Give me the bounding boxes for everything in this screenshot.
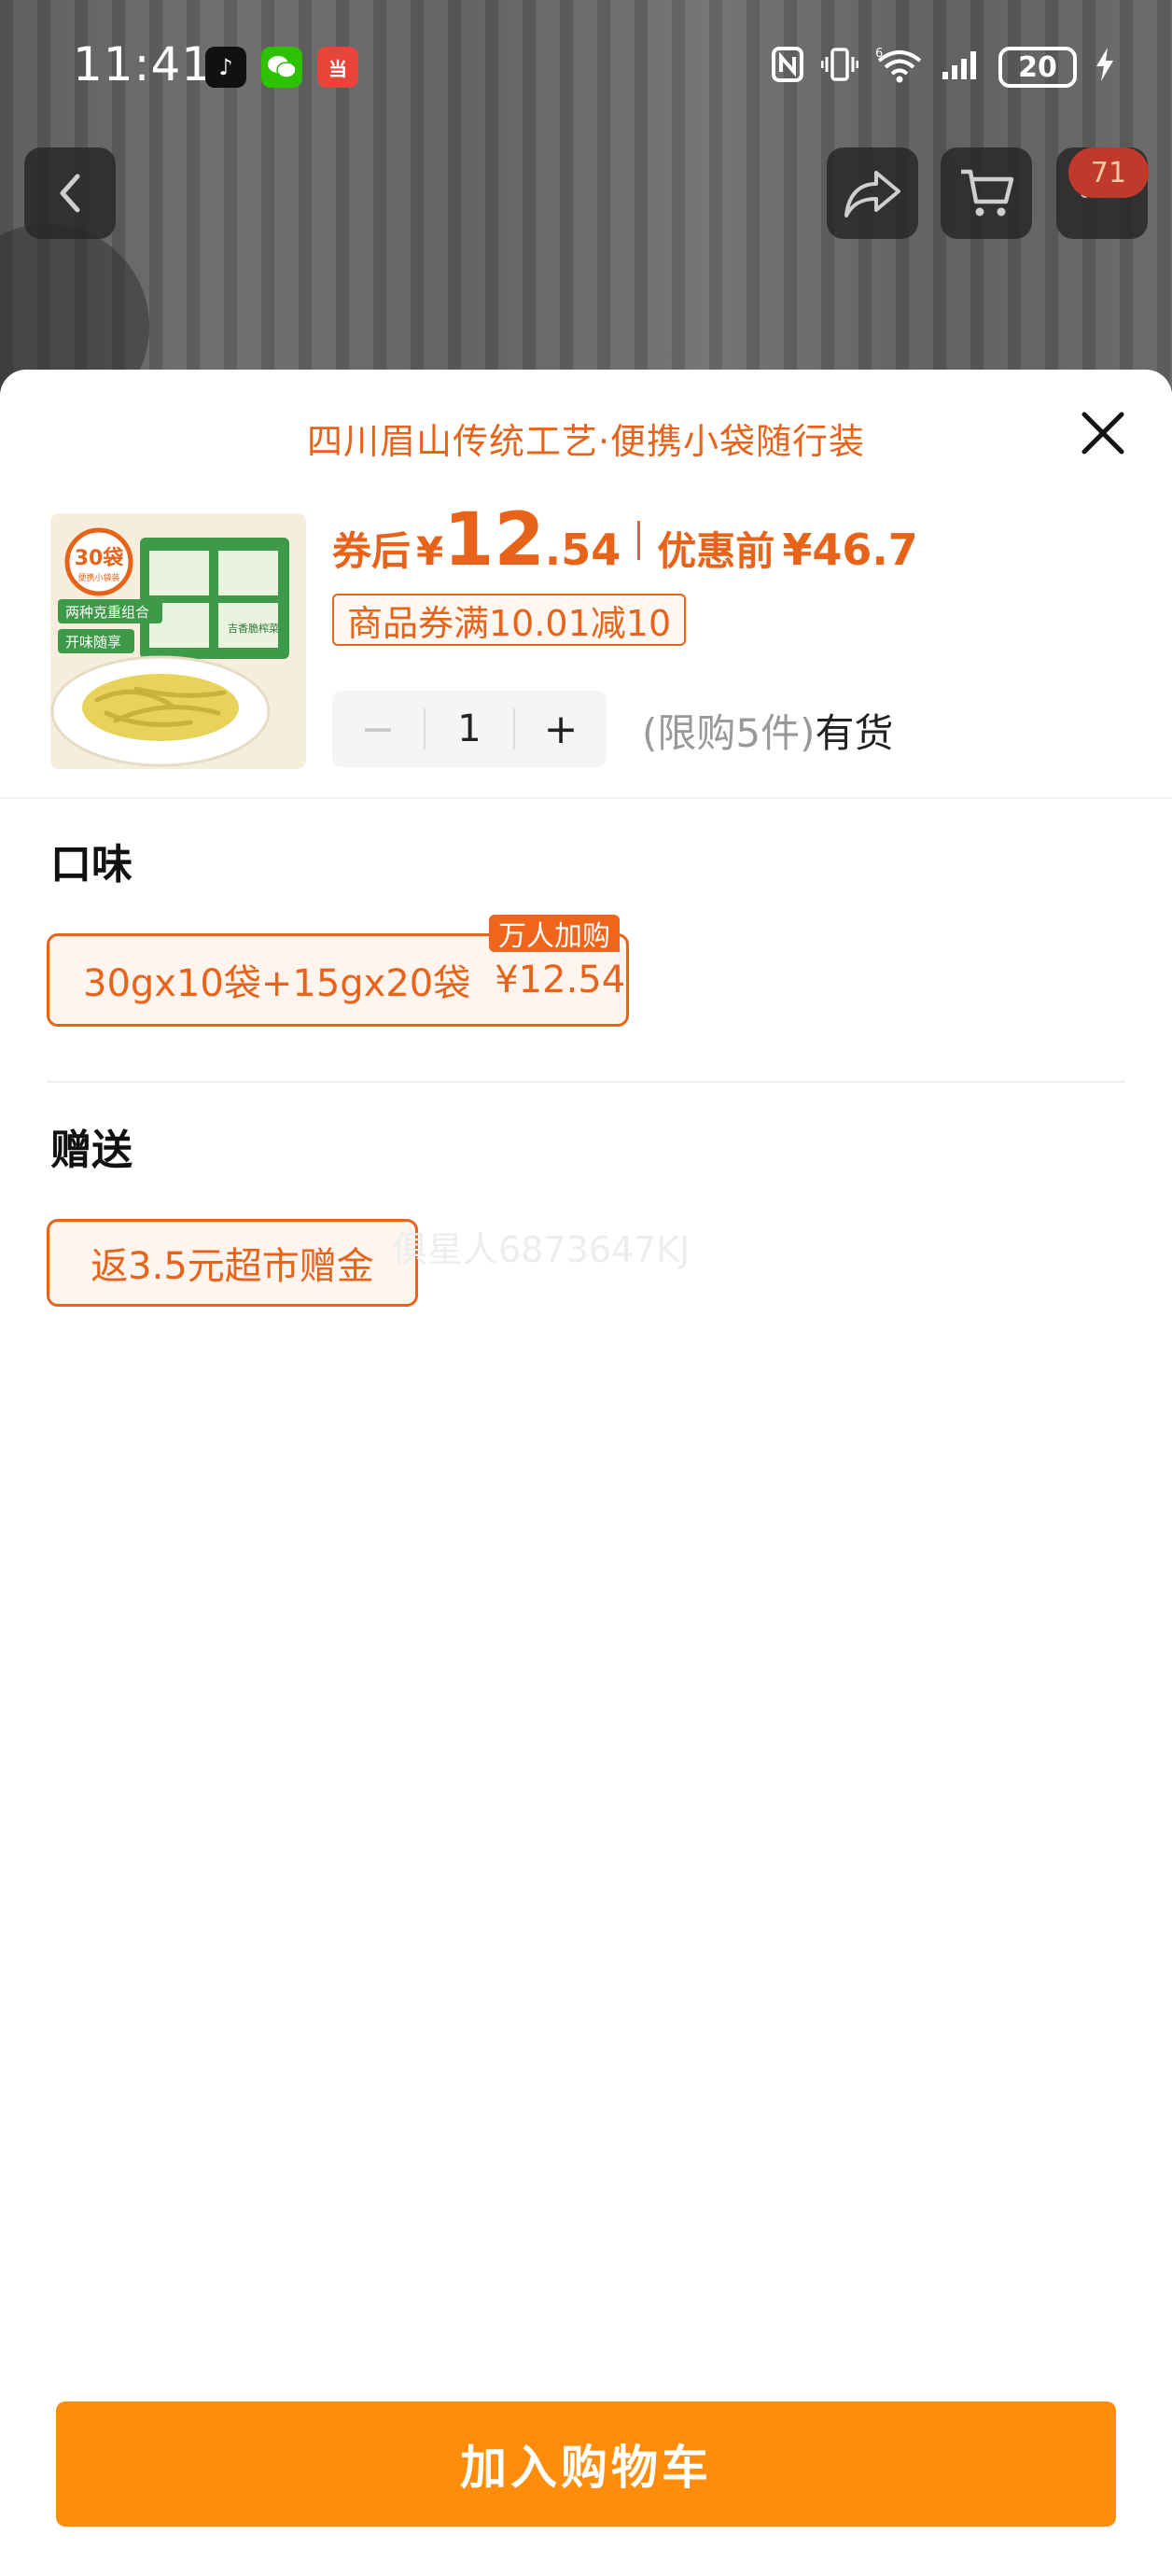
section-divider-thin [47,1081,1125,1083]
thumb-badge-text: 30袋 [75,546,125,570]
wifi-6-icon: 6 [875,46,924,90]
nfc-icon [771,46,804,90]
purchase-limit: (限购5件) [642,709,816,756]
pack-label: 吉香脆榨菜 [228,622,279,635]
section-divider [0,797,1172,799]
stock-status: 有货 [815,709,894,756]
original-price-label: 优惠前 [657,528,775,574]
share-button[interactable] [827,147,918,239]
gift-section-title: 赠送 [50,1127,133,1174]
coupon-tag[interactable]: 商品券满10.01减10 [332,594,687,646]
status-time: 11:41 [73,37,213,91]
cart-count-badge: 71 [1068,147,1149,198]
price-prefix: 券后 [332,528,412,574]
cart-button[interactable] [941,147,1032,239]
price-decimal: .54 [544,525,621,575]
chevron-left-icon [60,174,80,213]
price-divider [637,521,641,560]
product-thumbnail[interactable]: 吉香脆榨菜 30袋 便携小袋装 两种克重组合 开味随享 [50,513,306,769]
price-currency: ¥ [416,528,444,574]
sku-selection-sheet: 四川眉山传统工艺·便携小袋随行装 吉香脆榨菜 30袋 便携小袋装 两种克重组合 … [0,370,1172,2576]
add-to-cart-button[interactable]: 加入购物车 [56,2401,1116,2527]
quantity-value[interactable]: 1 [424,707,515,750]
share-icon [844,171,900,217]
gift-option-chip[interactable]: 返3.5元超市赠金 [47,1219,418,1307]
wechat-icon [261,47,302,88]
decrease-quantity-button[interactable]: − [332,691,424,767]
svg-text:6: 6 [875,47,883,61]
cart-icon [961,169,1014,217]
status-bar: 11:41 ♪ 当 6 20 [0,0,1172,140]
status-icons: 6 20 [771,41,1116,93]
popular-badge: 万人加购 [489,915,620,953]
watermark-text: 俱星人6873647KJ [392,1229,691,1270]
dangdang-icon: 当 [317,47,358,88]
flavor-option-label: 30gx10袋+15gx20袋 [83,962,471,1005]
stock-info: (限购5件) 有货 [642,702,894,758]
sheet-title: 四川眉山传统工艺·便携小袋随行装 [306,421,866,462]
quantity-stepper: − 1 + [332,691,607,767]
thumb-badge-sub: 便携小袋装 [77,572,119,583]
charging-icon [1094,46,1116,90]
app-screen: 11:41 ♪ 当 6 20 71 四川眉山传统工艺·便携小袋随行装 吉香脆榨菜… [0,0,1172,2576]
increase-quantity-button[interactable]: + [515,691,607,767]
close-button[interactable] [1073,403,1133,463]
signal-icon [941,48,982,88]
thumb-bullet-1: 两种克重组合 [65,604,149,621]
close-icon [1081,412,1124,455]
thumb-bullet-2: 开味随享 [65,634,121,651]
tiktok-icon: ♪ [205,47,246,88]
price-integer: 12 [443,498,545,582]
flavor-option-price: ¥12.54 [495,959,626,1001]
vibrate-icon [820,46,859,90]
original-price: ¥46.7 [782,525,918,575]
battery-icon: 20 [998,47,1077,88]
flavor-section-title: 口味 [50,841,133,889]
price-row: 券后 ¥ 12 .54 优惠前 ¥46.7 [332,498,918,582]
back-button[interactable] [24,147,116,239]
